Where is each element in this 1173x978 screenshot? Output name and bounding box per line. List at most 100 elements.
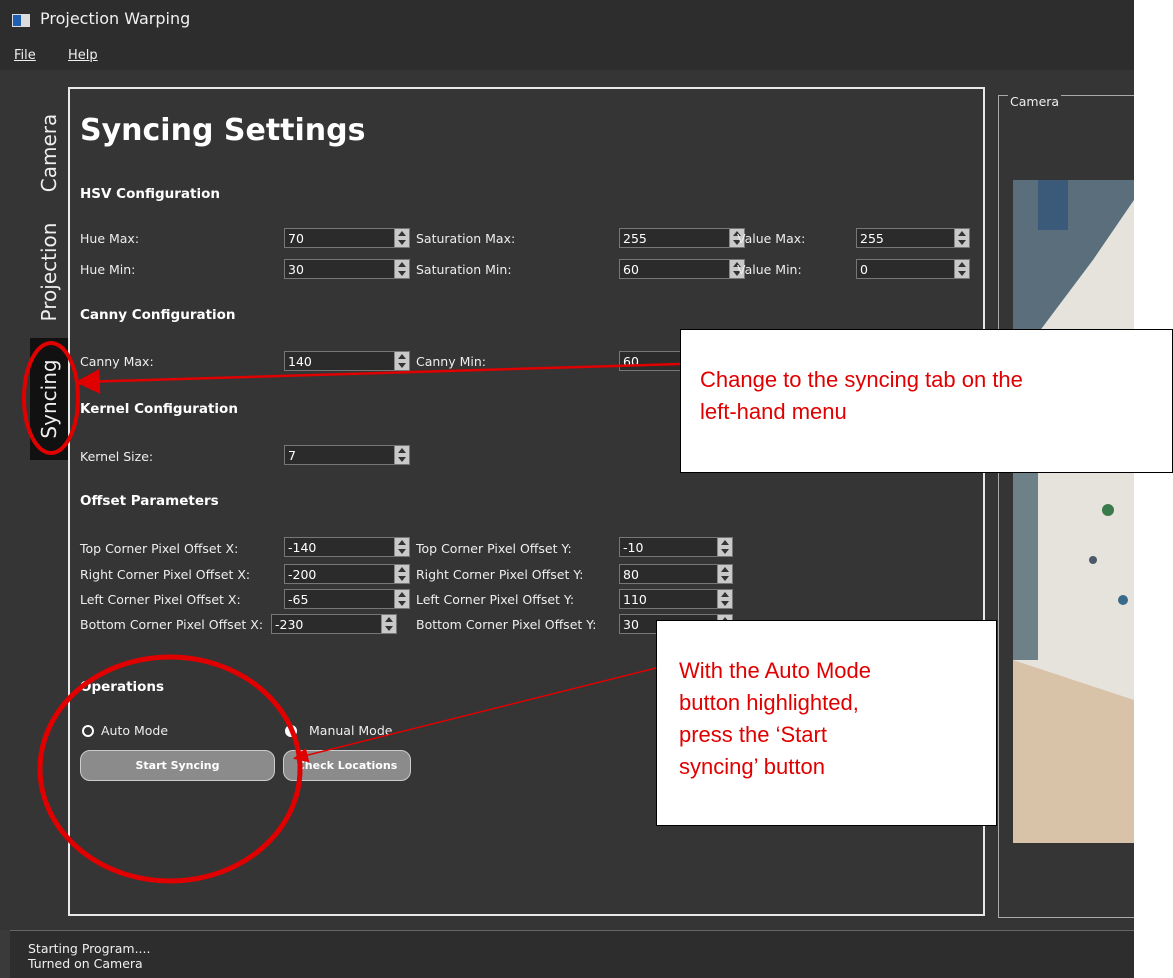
val-min-spinbox[interactable]: 0	[856, 259, 970, 279]
callout-2-line-2: button highlighted,	[679, 690, 859, 715]
right-y-value: 80	[623, 567, 639, 582]
auto-mode-radio[interactable]	[82, 725, 94, 737]
callout-2-line-4: syncing’ button	[679, 754, 825, 779]
tab-syncing[interactable]: Syncing	[30, 338, 68, 460]
hsv-heading: HSV Configuration	[80, 186, 220, 202]
stepper-icon[interactable]	[381, 615, 396, 633]
left-y-spinbox[interactable]: 110	[619, 589, 733, 609]
callout-2-line-3: press the ‘Start	[679, 722, 827, 747]
val-max-value: 255	[860, 231, 884, 246]
hue-max-label: Hue Max:	[80, 231, 140, 246]
callout-1-line-2: left-hand menu	[700, 399, 847, 424]
val-min-label: Value Min:	[737, 262, 802, 277]
bottom-x-label: Bottom Corner Pixel Offset X:	[80, 617, 264, 632]
status-line-1: Starting Program....	[28, 941, 151, 956]
canny-min-value: 60	[623, 354, 639, 369]
camera-preview	[1013, 180, 1134, 843]
right-x-label: Right Corner Pixel Offset X:	[80, 567, 251, 582]
stepper-icon[interactable]	[954, 260, 969, 278]
manual-mode-radio[interactable]	[285, 725, 297, 737]
check-locations-button[interactable]: Check Locations	[283, 750, 411, 781]
camera-feed-image	[1013, 180, 1134, 843]
bottom-x-spinbox[interactable]: -230	[271, 614, 397, 634]
camera-groupbox-label: Camera	[1008, 94, 1062, 109]
kernel-heading: Kernel Configuration	[80, 401, 238, 417]
hue-max-value: 70	[288, 231, 304, 246]
left-y-label: Left Corner Pixel Offset Y:	[416, 592, 575, 607]
offsets-heading: Offset Parameters	[80, 493, 219, 509]
sat-max-label: Saturation Max:	[416, 231, 516, 246]
top-x-label: Top Corner Pixel Offset X:	[80, 541, 239, 556]
stepper-icon[interactable]	[394, 565, 409, 583]
stepper-icon[interactable]	[717, 565, 732, 583]
val-max-label: Value Max:	[737, 231, 806, 246]
auto-mode-label[interactable]: Auto Mode	[101, 723, 168, 738]
stepper-icon[interactable]	[394, 352, 409, 370]
sat-min-spinbox[interactable]: 60	[619, 259, 745, 279]
manual-mode-label[interactable]: Manual Mode	[309, 723, 392, 738]
tab-syncing-label: Syncing	[37, 359, 61, 439]
app-icon	[12, 14, 30, 27]
tab-camera[interactable]: Camera	[30, 98, 68, 208]
annotation-callout-syncing-tab: Change to the syncing tab on the left-ha…	[680, 329, 1173, 473]
menu-help[interactable]: Help	[68, 48, 98, 63]
canny-max-label: Canny Max:	[80, 354, 154, 369]
right-y-label: Right Corner Pixel Offset Y:	[416, 567, 584, 582]
stepper-icon[interactable]	[954, 229, 969, 247]
tab-camera-label: Camera	[37, 113, 61, 193]
menu-file[interactable]: File	[14, 48, 36, 63]
top-y-label: Top Corner Pixel Offset Y:	[416, 541, 572, 556]
stepper-icon[interactable]	[717, 538, 732, 556]
app-window: Projection Warping File Help Camera Proj…	[0, 0, 1134, 978]
left-x-label: Left Corner Pixel Offset X:	[80, 592, 241, 607]
stepper-icon[interactable]	[394, 260, 409, 278]
top-y-spinbox[interactable]: -10	[619, 537, 733, 557]
left-x-value: -65	[288, 592, 309, 607]
hue-min-spinbox[interactable]: 30	[284, 259, 410, 279]
bottom-y-value: 30	[623, 617, 639, 632]
hue-min-value: 30	[288, 262, 304, 277]
menu-bar: File Help	[0, 40, 1134, 70]
right-x-value: -200	[288, 567, 317, 582]
sat-min-value: 60	[623, 262, 639, 277]
stepper-icon[interactable]	[394, 590, 409, 608]
right-x-spinbox[interactable]: -200	[284, 564, 410, 584]
canny-heading: Canny Configuration	[80, 307, 236, 323]
stepper-icon[interactable]	[394, 446, 409, 464]
canny-max-value: 140	[288, 354, 312, 369]
val-max-spinbox[interactable]: 255	[856, 228, 970, 248]
top-x-spinbox[interactable]: -140	[284, 537, 410, 557]
kernel-size-label: Kernel Size:	[80, 449, 154, 464]
stepper-icon[interactable]	[394, 538, 409, 556]
left-y-value: 110	[623, 592, 647, 607]
canny-max-spinbox[interactable]: 140	[284, 351, 410, 371]
stepper-icon[interactable]	[394, 229, 409, 247]
status-line-2: Turned on Camera	[28, 956, 143, 971]
page-title: Syncing Settings	[80, 113, 366, 148]
hue-max-spinbox[interactable]: 70	[284, 228, 410, 248]
window-title: Projection Warping	[40, 9, 191, 28]
right-y-spinbox[interactable]: 80	[619, 564, 733, 584]
callout-2-line-1: With the Auto Mode	[679, 658, 871, 683]
left-x-spinbox[interactable]: -65	[284, 589, 410, 609]
stepper-icon[interactable]	[717, 590, 732, 608]
tab-projection[interactable]: Projection	[30, 212, 68, 332]
sat-min-label: Saturation Min:	[416, 262, 512, 277]
annotation-callout-start-syncing: With the Auto Mode button highlighted, p…	[656, 620, 997, 826]
operations-heading: Operations	[80, 679, 165, 695]
sat-max-value: 255	[623, 231, 647, 246]
status-log: Starting Program.... Turned on Camera	[10, 930, 1134, 978]
top-y-value: -10	[623, 540, 644, 555]
start-syncing-button[interactable]: Start Syncing	[80, 750, 275, 781]
bottom-y-label: Bottom Corner Pixel Offset Y:	[416, 617, 597, 632]
val-min-value: 0	[860, 262, 868, 277]
kernel-size-value: 7	[288, 448, 296, 463]
tab-projection-label: Projection	[37, 222, 61, 322]
callout-1-line-1: Change to the syncing tab on the	[700, 367, 1023, 392]
canny-min-label: Canny Min:	[416, 354, 486, 369]
sat-max-spinbox[interactable]: 255	[619, 228, 745, 248]
hue-min-label: Hue Min:	[80, 262, 136, 277]
kernel-size-spinbox[interactable]: 7	[284, 445, 410, 465]
title-bar: Projection Warping	[0, 0, 1134, 40]
bottom-x-value: -230	[275, 617, 304, 632]
